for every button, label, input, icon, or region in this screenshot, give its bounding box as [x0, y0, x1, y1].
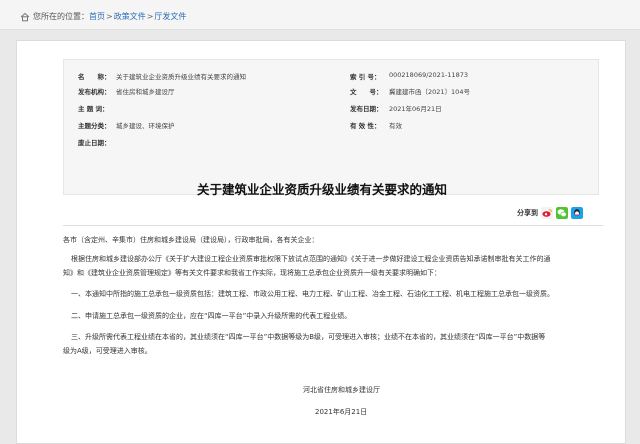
index-value: 000218069/2021-11873	[389, 71, 468, 79]
breadcrumb-separator: >	[106, 12, 113, 21]
divider	[63, 225, 603, 226]
breadcrumb: 您所在的位置： 首页 > 政策文件 > 厅发文件	[20, 11, 186, 22]
category-label: 主题分类：	[78, 122, 111, 130]
subject-label: 主 题 词：	[78, 105, 109, 113]
meta-row: 废止日期：	[64, 137, 600, 151]
name-label: 名 称：	[78, 73, 111, 81]
qq-icon[interactable]	[571, 207, 583, 219]
paragraph-line: 级为A级，可受理进入审核。	[63, 347, 152, 355]
repeal-label: 废止日期：	[78, 139, 111, 147]
validity-value: 有效	[389, 122, 402, 130]
salutation: 各市（含定州、辛集市）住房和城乡建设局（建设局），行政审批局，各有关企业：	[63, 236, 319, 244]
date-value: 2021年06月21日	[389, 105, 442, 113]
metadata-table: 名 称： 关于建筑业企业资质升级业绩有关要求的通知 索 引 号： 0002180…	[63, 59, 599, 195]
document-panel: 名 称： 关于建筑业企业资质升级业绩有关要求的通知 索 引 号： 0002180…	[16, 40, 626, 444]
paragraph-line: 一、本通知中所指的施工总承包一级资质包括：建筑工程、市政公用工程、电力工程、矿山…	[71, 290, 554, 298]
signature-date: 2021年6月21日	[315, 408, 368, 416]
breadcrumb-separator: >	[146, 12, 154, 21]
meta-row: 名 称： 关于建筑业企业资质升级业绩有关要求的通知 索 引 号： 0002180…	[64, 71, 600, 85]
name-value: 关于建筑业企业资质升级业绩有关要求的通知	[116, 73, 246, 81]
breadcrumb-current-link[interactable]: 厅发文件	[154, 11, 186, 22]
org-label: 发布机构：	[78, 88, 111, 96]
doc-number-value: 冀建建市函〔2021〕104号	[389, 88, 470, 96]
validity-label: 有 效 性：	[350, 122, 381, 130]
meta-row: 主 题 词： 发布日期： 2021年06月21日	[64, 103, 600, 117]
share-bar: 分享到	[517, 206, 583, 220]
breadcrumb-bar: 您所在的位置： 首页 > 政策文件 > 厅发文件	[0, 0, 640, 30]
wechat-icon[interactable]	[556, 207, 568, 219]
breadcrumb-policy-link[interactable]: 政策文件	[114, 11, 146, 22]
paragraph-line: 知》和《建筑业企业资质管理规定》等有关文件要求和我省工作实际，现将施工总承包企业…	[63, 269, 441, 277]
home-icon	[20, 12, 30, 21]
date-label: 发布日期：	[350, 105, 383, 113]
document-title: 关于建筑业企业资质升级业绩有关要求的通知	[196, 182, 447, 197]
index-label: 索 引 号：	[350, 73, 381, 81]
paragraph-line: 根据住房和城乡建设部办公厅《关于扩大建设工程企业资质审批权限下放试点范围的通知》…	[71, 255, 551, 263]
weibo-icon[interactable]	[541, 207, 553, 219]
meta-row: 发布机构： 省住房和城乡建设厅 文 号： 冀建建市函〔2021〕104号	[64, 86, 600, 100]
paragraph-line: 三、升级所需代表工程业绩在本省的，其业绩须在“四库一平台”中数据等级为B级，可受…	[71, 333, 546, 341]
signature: 河北省住房和城乡建设厅	[303, 386, 380, 394]
meta-row: 主题分类： 城乡建设、环境保护 有 效 性： 有效	[64, 120, 600, 134]
breadcrumb-home-link[interactable]: 首页	[89, 11, 105, 22]
breadcrumb-prefix: 您所在的位置：	[33, 12, 89, 21]
paragraph-line: 二、申请施工总承包一级资质的企业，应在“四库一平台”中录入升级所需的代表工程业绩…	[71, 312, 352, 320]
share-label: 分享到	[517, 209, 538, 217]
category-value: 城乡建设、环境保护	[116, 122, 175, 130]
doc-number-label: 文 号：	[350, 88, 383, 96]
org-value: 省住房和城乡建设厅	[116, 88, 175, 96]
